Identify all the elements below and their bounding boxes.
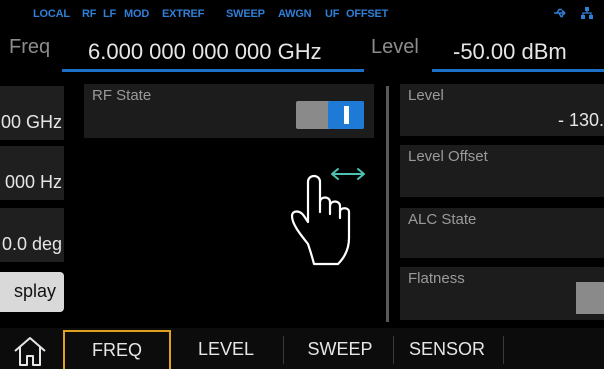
rf-state-title: RF State bbox=[92, 87, 152, 104]
phase-tile[interactable]: 0.0 deg bbox=[0, 208, 64, 262]
freq-underline bbox=[62, 69, 364, 72]
freq-offset-tile[interactable]: 000 Hz bbox=[0, 146, 64, 200]
tab-sensor[interactable]: SENSOR bbox=[396, 330, 498, 369]
freq-offset-tile-value: 000 Hz bbox=[4, 172, 62, 192]
status-local: LOCAL bbox=[33, 8, 70, 20]
status-lf: LF bbox=[103, 8, 117, 20]
level-value[interactable]: -50.00 dBm bbox=[453, 39, 567, 65]
usb-icon bbox=[554, 8, 566, 18]
status-offset: OFFSET bbox=[346, 8, 389, 20]
level-panel[interactable]: Level - 130. bbox=[400, 84, 604, 136]
flatness-title: Flatness bbox=[408, 270, 465, 287]
tab-sweep[interactable]: SWEEP bbox=[290, 330, 390, 369]
phase-tile-value: 0.0 deg bbox=[1, 234, 62, 254]
display-button-label: splay bbox=[13, 281, 56, 301]
status-rf: RF bbox=[82, 8, 97, 20]
level-panel-title: Level bbox=[408, 87, 444, 104]
alc-state-panel[interactable]: ALC State bbox=[400, 208, 604, 258]
freq-tile-value: 00 GHz bbox=[0, 112, 62, 132]
status-uf: UF bbox=[325, 8, 340, 20]
status-bar: LOCAL RF LF MOD EXTREF SWEEP AWGN UF OFF… bbox=[0, 0, 604, 26]
tab-level[interactable]: LEVEL bbox=[176, 330, 276, 369]
alc-state-title: ALC State bbox=[408, 211, 477, 228]
tab-separator bbox=[503, 336, 504, 364]
level-underline bbox=[432, 69, 604, 72]
freq-value[interactable]: 6.000 000 000 000 GHz bbox=[88, 39, 322, 65]
parameter-header: Freq 6.000 000 000 000 GHz Level -50.00 … bbox=[0, 26, 604, 76]
freq-label: Freq bbox=[9, 36, 51, 58]
display-button[interactable]: splay bbox=[0, 272, 64, 312]
rf-state-on-mark bbox=[344, 106, 349, 124]
status-sweep: SWEEP bbox=[226, 8, 265, 20]
column-divider bbox=[386, 86, 389, 322]
tab-freq[interactable]: FREQ bbox=[63, 330, 171, 369]
status-awgn: AWGN bbox=[278, 8, 312, 20]
network-icon bbox=[581, 7, 593, 19]
level-label: Level bbox=[371, 36, 419, 58]
level-panel-value: - 130. bbox=[557, 110, 604, 130]
swipe-horizontal-hand-icon bbox=[290, 168, 365, 266]
level-offset-panel[interactable]: Level Offset bbox=[400, 145, 604, 197]
status-mod: MOD bbox=[124, 8, 150, 20]
tab-separator bbox=[393, 336, 394, 364]
instrument-screen: LOCAL RF LF MOD EXTREF SWEEP AWGN UF OFF… bbox=[0, 0, 604, 369]
level-offset-title: Level Offset bbox=[408, 148, 488, 165]
home-icon[interactable] bbox=[10, 334, 50, 368]
flatness-panel[interactable]: Flatness bbox=[400, 267, 604, 320]
tab-separator bbox=[283, 336, 284, 364]
flatness-toggle[interactable] bbox=[576, 282, 604, 314]
status-extref: EXTREF bbox=[162, 8, 205, 20]
freq-tile[interactable]: 00 GHz bbox=[0, 86, 64, 140]
